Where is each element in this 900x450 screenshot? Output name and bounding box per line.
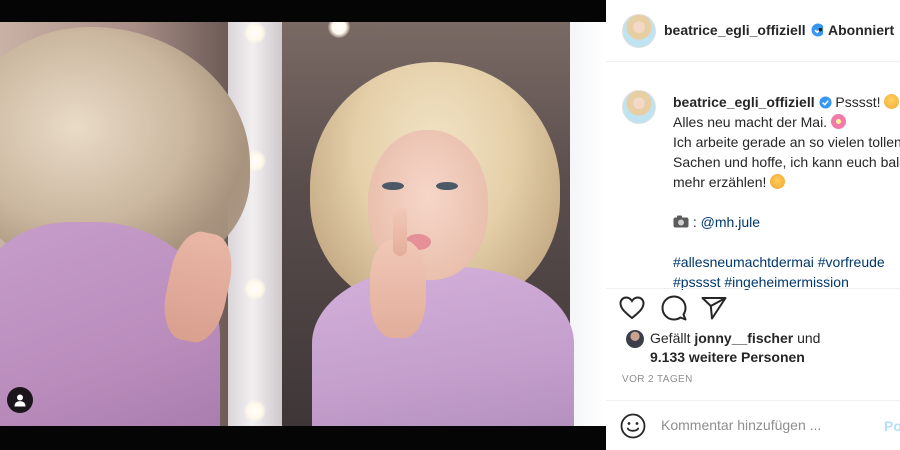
- heart-eyes-face-emoji-icon: [770, 174, 786, 189]
- reflection-eye: [382, 182, 404, 190]
- letterbox-bottom: [0, 426, 606, 450]
- comment-input[interactable]: [661, 417, 871, 433]
- smiley-icon[interactable]: [620, 413, 646, 439]
- letterbox-top: [0, 0, 606, 22]
- others-likes-link[interactable]: 9.133 weitere Personen: [650, 349, 805, 365]
- header-separator: •: [818, 21, 823, 37]
- verified-badge-icon: [818, 96, 832, 109]
- like-button[interactable]: [618, 294, 646, 322]
- post-image: [0, 22, 606, 426]
- post-caption: beatrice_egli_offiziell Psssst! Alles ne…: [673, 94, 900, 290]
- credit-mention-link[interactable]: @mh.jule: [701, 214, 760, 230]
- heart-icon: [619, 296, 645, 320]
- window-light: [570, 22, 606, 426]
- follow-status-button[interactable]: Abonniert: [828, 22, 894, 38]
- avatar[interactable]: [622, 14, 656, 48]
- post-comment-button[interactable]: Posten: [884, 418, 900, 434]
- likes-summary: Gefällt jonny__fischer und 9.133 weitere…: [650, 329, 820, 367]
- post-sidebar: beatrice_egli_offiziell • Abonniert beat…: [606, 0, 900, 450]
- caption-avatar[interactable]: [622, 90, 656, 124]
- caption-text: Ich arbeite gerade an so vielen tollen: [673, 134, 900, 150]
- reflection-finger: [393, 208, 407, 256]
- caption-username[interactable]: beatrice_egli_offiziell: [673, 94, 815, 110]
- share-button[interactable]: [700, 294, 728, 322]
- comment-button[interactable]: [660, 294, 688, 322]
- hashtags-link[interactable]: #allesneumachtdermai #vorfreude: [673, 254, 885, 270]
- speech-bubble-icon: [661, 295, 687, 321]
- likes-conjunction: und: [797, 330, 821, 346]
- mirror-bulb: [244, 278, 266, 300]
- reflection-sweater: [312, 267, 574, 426]
- action-bar: [606, 288, 900, 324]
- camera-emoji-icon: [673, 215, 689, 228]
- shushing-face-emoji-icon: [884, 94, 900, 109]
- user-tag-button[interactable]: [7, 387, 33, 413]
- person-icon: [14, 394, 26, 407]
- blossom-emoji-icon: [830, 114, 846, 129]
- caption-text: Alles neu macht der Mai.: [673, 114, 828, 130]
- caption-text: mehr erzählen!: [673, 174, 767, 190]
- likes-prefix: Gefällt: [650, 330, 691, 346]
- caption-text: Psssst!: [835, 94, 881, 110]
- mirror-bulb: [244, 22, 266, 44]
- mirror-bulb: [244, 400, 266, 422]
- caption-text: Sachen und hoffe, ich kann euch bald: [673, 154, 900, 170]
- comment-bar: Posten: [606, 400, 900, 450]
- post-photo[interactable]: [0, 0, 606, 450]
- post-header: beatrice_egli_offiziell • Abonniert: [606, 0, 900, 62]
- liker-avatar[interactable]: [626, 330, 644, 348]
- paper-plane-icon: [701, 297, 727, 320]
- reflection-eye: [436, 182, 458, 190]
- liker-username[interactable]: jonny__fischer: [694, 330, 793, 346]
- header-username[interactable]: beatrice_egli_offiziell: [664, 22, 806, 38]
- post-timestamp[interactable]: VOR 2 TAGEN: [622, 374, 693, 385]
